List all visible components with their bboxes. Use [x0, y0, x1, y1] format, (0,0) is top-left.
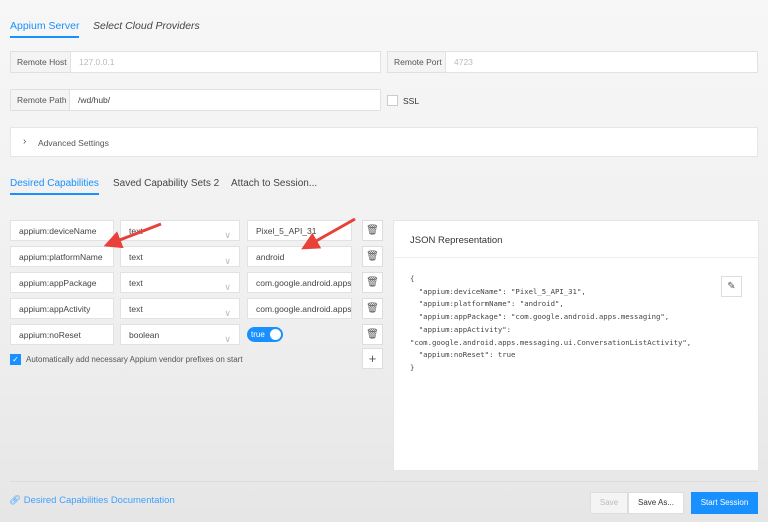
red-arrow-left	[103, 222, 162, 249]
red-arrow-right	[301, 217, 356, 250]
annotation-arrows	[103, 217, 356, 250]
